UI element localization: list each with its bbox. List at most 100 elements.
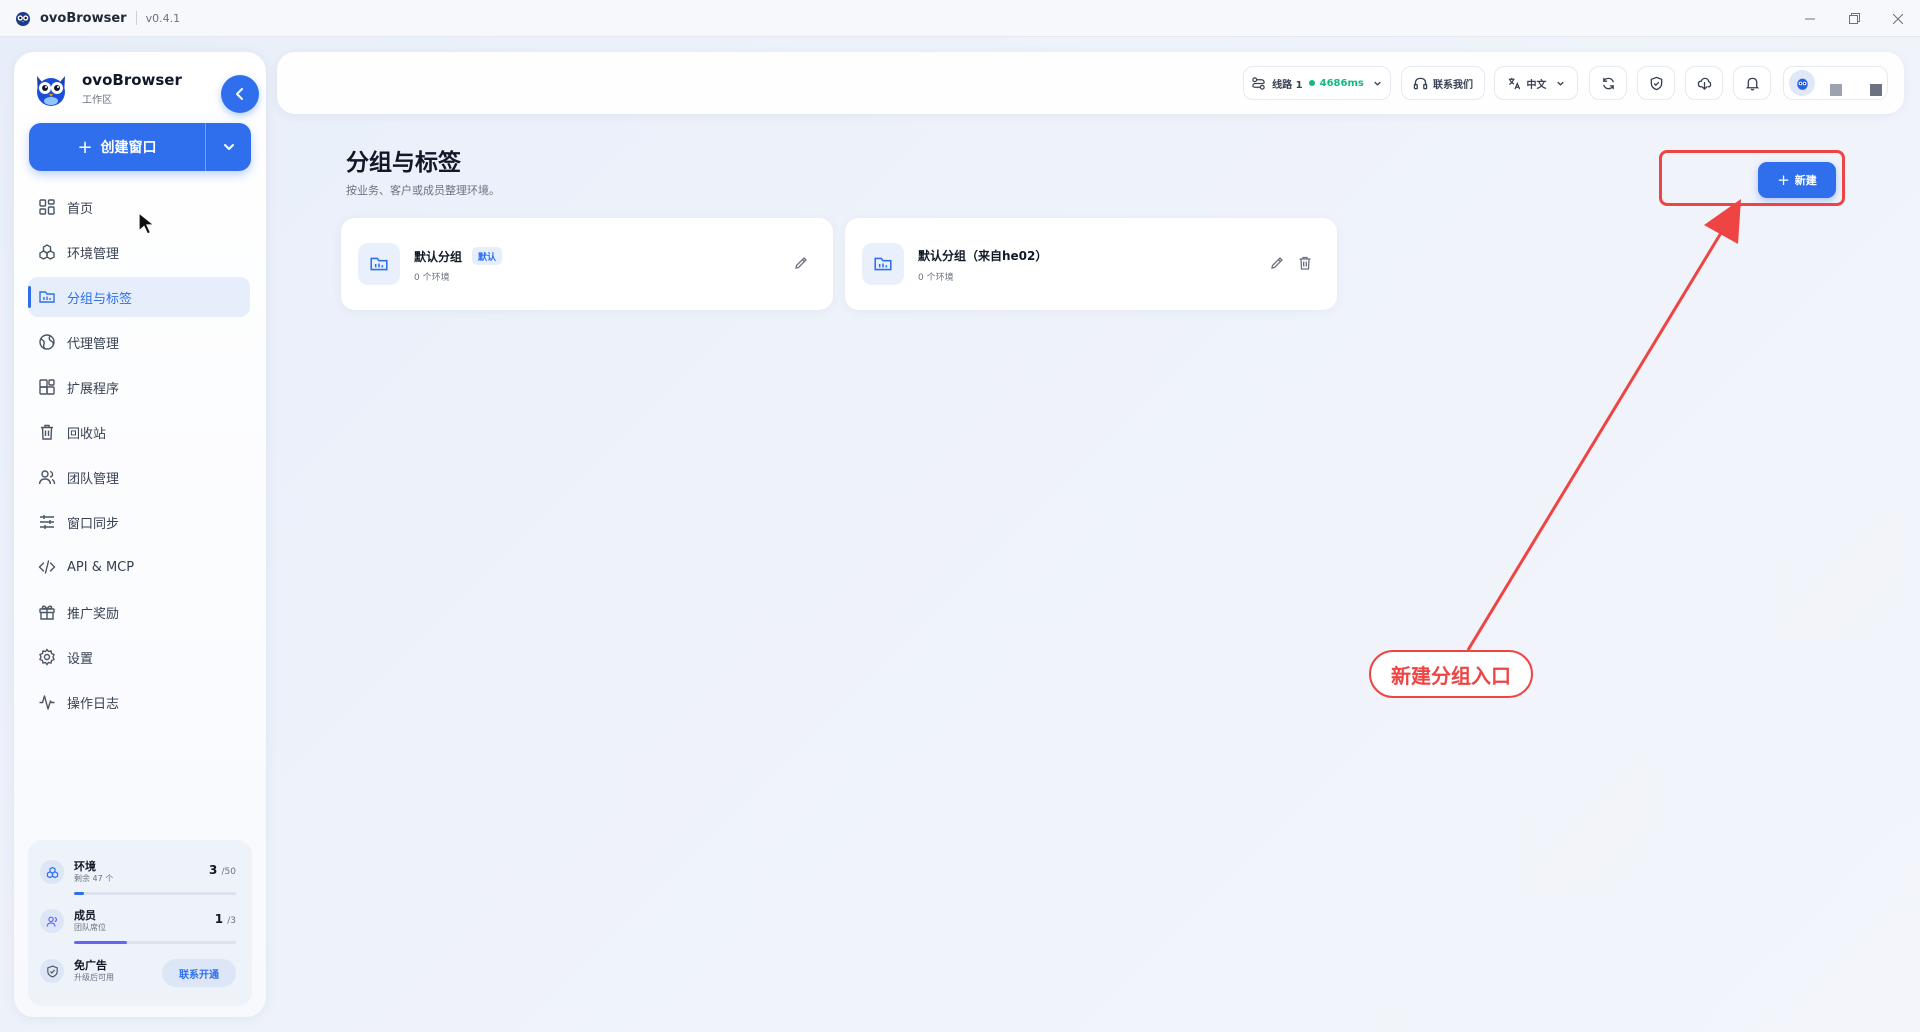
sidebar-item-referral[interactable]: 推广奖励 <box>28 592 250 632</box>
brand: ovoBrowser 工作区 <box>32 68 182 108</box>
group-env-count: 0 个环境 <box>918 273 954 283</box>
page-subtitle: 按业务、客户或成员整理环境。 <box>346 184 500 197</box>
sidebar-item-label: 扩展程序 <box>67 381 120 397</box>
plus-icon: + <box>77 136 93 158</box>
stat-title: 免广告 <box>74 959 107 972</box>
stat-count: 1 /3 <box>214 912 236 926</box>
members-progress-bar <box>74 941 236 944</box>
contact-label: 联系我们 <box>1433 79 1473 91</box>
group-card[interactable]: 默认分组 默认 0 个环境 <box>341 218 833 310</box>
chevron-down-icon <box>1556 81 1564 86</box>
restore-icon <box>1848 13 1860 24</box>
folder-chart-icon <box>358 243 400 285</box>
trash-icon[interactable] <box>1297 255 1313 271</box>
edit-icon[interactable] <box>1269 255 1285 271</box>
sidebar-item-groups-tags[interactable]: 分组与标签 <box>28 277 250 317</box>
sidebar-item-settings[interactable]: 设置 <box>28 637 250 677</box>
owl-avatar-icon <box>1796 78 1808 90</box>
sidebar-item-label: 代理管理 <box>67 336 120 352</box>
collapse-sidebar-button[interactable] <box>221 75 259 113</box>
grid-icon <box>39 199 55 215</box>
users-icon <box>40 909 64 933</box>
default-badge: 默认 <box>472 247 503 265</box>
user-name-redacted <box>1830 84 1842 96</box>
refresh-icon <box>1602 77 1614 89</box>
chevron-left-icon <box>236 88 243 100</box>
mouse-cursor-icon <box>138 212 156 235</box>
bell-icon <box>1745 77 1759 90</box>
gift-icon <box>39 605 55 620</box>
language-label: 中文 <box>1526 79 1547 91</box>
activity-icon <box>39 695 55 710</box>
title-separator <box>135 11 137 25</box>
users-icon <box>38 470 56 485</box>
cubes-icon <box>39 244 55 260</box>
usage-stats-panel: 环境 剩余 47 个 3 /50 成员 团队席位 1 /3 免广告 升级后可用 … <box>28 840 252 1006</box>
cloud-sync-button[interactable] <box>1685 66 1723 100</box>
puzzle-icon <box>39 379 55 395</box>
cubes-icon <box>40 860 64 884</box>
sidebar-item-environments[interactable]: 环境管理 <box>28 232 250 272</box>
line-selector[interactable]: 线路 1 4686ms <box>1243 66 1391 100</box>
members-progress-fill <box>74 941 128 944</box>
sidebar-item-label: 推广奖励 <box>67 606 120 622</box>
group-card[interactable]: 默认分组（来自he02） 0 个环境 <box>845 218 1337 310</box>
create-window-dropdown[interactable] <box>206 123 251 171</box>
route-icon <box>1252 76 1265 90</box>
env-progress-fill <box>74 892 84 895</box>
app-logo-icon <box>16 12 30 26</box>
sidebar-item-label: 操作日志 <box>67 696 120 712</box>
contact-us-button[interactable]: 联系我们 <box>1401 66 1485 100</box>
sidebar-item-proxies[interactable]: 代理管理 <box>28 322 250 362</box>
folder-chart-icon <box>862 243 904 285</box>
user-menu[interactable] <box>1783 66 1888 100</box>
globe-icon <box>39 334 55 350</box>
sidebar-item-label: 首页 <box>67 201 94 217</box>
language-selector[interactable]: 中文 <box>1494 66 1578 100</box>
restore-button[interactable] <box>1832 0 1876 37</box>
close-button[interactable] <box>1876 0 1920 37</box>
stat-subtitle: 升级后可用 <box>74 973 114 982</box>
sidebar-item-label: 环境管理 <box>67 246 120 262</box>
annotation-label: 新建分组入口 <box>1369 650 1533 698</box>
security-button[interactable] <box>1637 66 1675 100</box>
sidebar-item-label: 团队管理 <box>67 471 120 487</box>
refresh-button[interactable] <box>1589 66 1627 100</box>
stat-environments: 环境 剩余 47 个 3 /50 <box>40 856 240 900</box>
sidebar-item-recycle-bin[interactable]: 回收站 <box>28 412 250 452</box>
sidebar-item-team[interactable]: 团队管理 <box>28 457 250 497</box>
create-window-button[interactable]: + 创建窗口 <box>29 123 205 171</box>
sidebar-nav: 首页 环境管理 分组与标签 代理管理 扩展程序 回收站 团队管理 窗口同步 AP… <box>28 187 250 727</box>
headset-icon <box>1413 77 1428 89</box>
sidebar-item-logs[interactable]: 操作日志 <box>28 682 250 722</box>
app-name: ovoBrowser <box>40 10 127 26</box>
create-window-button-group: + 创建窗口 <box>29 123 251 171</box>
edit-icon[interactable] <box>793 255 809 271</box>
sidebar: ovoBrowser 工作区 + 创建窗口 首页 环境管理 分组与标签 代理管理… <box>14 52 266 1017</box>
sidebar-item-extensions[interactable]: 扩展程序 <box>28 367 250 407</box>
minimize-button[interactable] <box>1788 0 1832 37</box>
stat-subtitle: 剩余 47 个 <box>74 874 114 883</box>
top-toolbar: 线路 1 4686ms 联系我们 中文 <box>277 52 1904 114</box>
stat-ad-free: 免广告 升级后可用 联系开通 <box>40 955 240 999</box>
shield-icon <box>40 959 64 983</box>
sidebar-item-window-sync[interactable]: 窗口同步 <box>28 502 250 542</box>
env-progress-bar <box>74 892 236 895</box>
group-name: 默认分组 默认 <box>414 247 503 265</box>
notifications-button[interactable] <box>1733 66 1771 100</box>
line-label: 线路 1 <box>1272 79 1303 91</box>
sidebar-item-api-mcp[interactable]: API & MCP <box>28 547 250 587</box>
create-window-label: 创建窗口 <box>100 140 157 156</box>
stat-subtitle: 团队席位 <box>74 923 106 932</box>
sidebar-item-label: API & MCP <box>67 559 135 575</box>
annotation-highlight-box <box>1659 150 1845 206</box>
shield-check-icon <box>1650 76 1662 90</box>
avatar <box>1789 70 1815 96</box>
contact-upgrade-button[interactable]: 联系开通 <box>162 959 236 987</box>
group-env-count: 0 个环境 <box>414 273 450 283</box>
sidebar-item-label: 设置 <box>67 651 94 667</box>
minimize-icon <box>1805 18 1815 19</box>
trash-icon <box>41 424 53 440</box>
cloud-download-icon <box>1697 77 1711 90</box>
close-icon <box>1893 13 1903 24</box>
